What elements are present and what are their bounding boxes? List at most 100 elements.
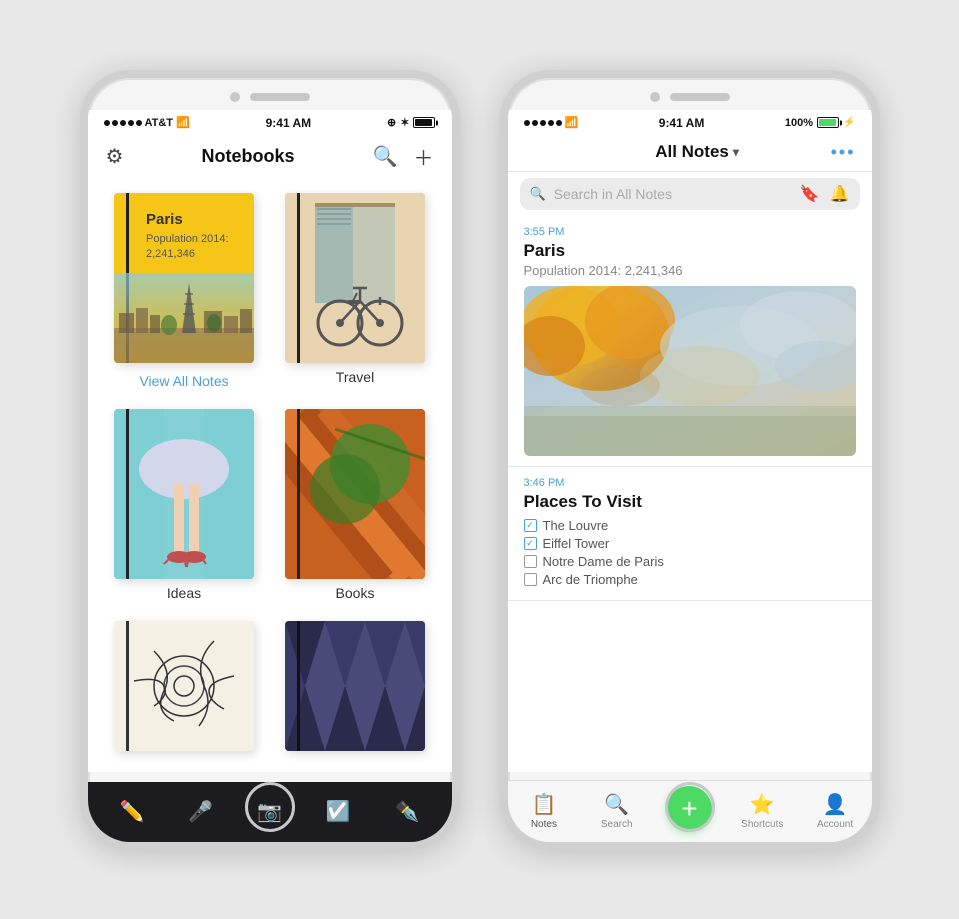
wifi-icon-1: 📶 [176,116,190,129]
notebook-extra1[interactable] [106,621,263,757]
signal-dots [104,120,142,126]
tab-search[interactable]: 🔍 Search [580,792,653,830]
tab-shortcuts[interactable]: ⭐ Shortcuts [726,792,799,830]
notebook-paris[interactable]: Paris Population 2014:2,241,346 [106,193,263,395]
phone-1-screen: AT&T 📶 9:41 AM ⊕ ✶ ⚙ Notebooks 🔍 [88,110,452,772]
all-notes-title-text: All Notes [655,142,729,162]
status-time-1: 9:41 AM [266,116,312,130]
speaker-grille [250,93,310,101]
phone-2-screen: 📶 9:41 AM 100% ⚡ All Notes ▾ ••• [508,110,872,772]
search-icon-nav[interactable]: 🔍 [373,144,398,169]
mic-icon[interactable]: 🎤 [188,799,213,824]
notebook-books[interactable]: Books [277,409,434,607]
pen-icon[interactable]: ✒️ [395,799,420,824]
status-bar-2: 📶 9:41 AM 100% ⚡ [508,110,872,134]
paris-note-time: 3:55 PM [524,226,856,238]
nav-icons-group: 🔍 ＋ [373,142,434,171]
bluetooth-icon: ✶ [400,116,409,129]
signal-dot-5 [136,120,142,126]
status-left-2: 📶 [524,116,579,129]
signal-dot-2-1 [524,120,530,126]
books-label: Books [336,585,375,601]
phone-2-top [508,78,872,110]
notebook-ideas[interactable]: Ideas [106,409,263,607]
battery-2 [817,117,839,128]
status-right-1: ⊕ ✶ [387,116,435,129]
books-cover [285,409,425,579]
notes-tab-icon: 📋 [531,792,556,817]
status-time-2: 9:41 AM [659,116,705,130]
account-tab-label: Account [817,819,853,830]
add-icon-nav[interactable]: ＋ [413,142,433,171]
ideas-cover [114,409,254,579]
signal-dot-2-5 [556,120,562,126]
status-right-2: 100% ⚡ [785,117,856,129]
nav-title-notebooks: Notebooks [202,146,295,167]
checkbox-louvre[interactable] [524,519,537,532]
notebook-binding-travel [297,193,300,363]
settings-icon[interactable]: ⚙ [106,144,124,169]
places-checklist: The Louvre Eiffel Tower Notre Dame de Pa… [524,518,856,587]
paris-notebook-subtitle: Population 2014:2,241,346 [146,232,244,263]
wifi-icon-2: 📶 [565,116,579,129]
front-camera [230,92,240,102]
checkbox-eiffel[interactable] [524,537,537,550]
shortcuts-tab-icon: ⭐ [750,792,775,817]
checkbox-notredame[interactable] [524,555,537,568]
checkbox-arc[interactable] [524,573,537,586]
notes-tab-label: Notes [531,819,557,830]
more-menu-icon[interactable]: ••• [831,142,856,163]
phone-2-allnotes: 📶 9:41 AM 100% ⚡ All Notes ▾ ••• [500,70,880,850]
extra2-cover [285,621,425,751]
search-tab-label: Search [601,819,633,830]
front-camera-2 [650,92,660,102]
note-places[interactable]: 3:46 PM Places To Visit The Louvre Eiffe… [508,467,872,601]
carrier-label: AT&T [145,117,174,129]
battery-1 [413,117,435,128]
search-icon-bar: 🔍 [530,186,546,202]
view-all-notes-link[interactable]: View All Notes [139,373,228,389]
signal-dot-1 [104,120,110,126]
notebook-extra2[interactable] [277,621,434,757]
battery-percent: 100% [785,117,813,129]
places-note-time: 3:46 PM [524,477,856,489]
home-button-2[interactable] [665,782,715,832]
checklist-item-notredame[interactable]: Notre Dame de Paris [524,554,856,569]
signal-dot-2 [112,120,118,126]
paris-note-image [524,286,856,456]
compose-icon[interactable]: ✏️ [119,799,144,824]
signal-dot-2-4 [548,120,554,126]
notebooks-grid: Paris Population 2014:2,241,346 [88,179,452,772]
search-bar: 🔍 Search in All Notes 🔖 🔔 [520,178,860,210]
alarm-icon[interactable]: 🔔 [830,184,850,204]
all-notes-nav: All Notes ▾ ••• [508,134,872,172]
search-tab-icon: 🔍 [604,792,629,817]
signal-dots-2 [524,120,562,126]
arc-label: Arc de Triomphe [543,572,638,587]
checkbox-icon[interactable]: ☑️ [326,799,351,824]
speaker-grille-2 [670,93,730,101]
travel-cover [285,193,425,363]
all-notes-title-group[interactable]: All Notes ▾ [655,142,739,162]
paris-illustration [114,273,254,363]
checklist-item-arc[interactable]: Arc de Triomphe [524,572,856,587]
status-left-1: AT&T 📶 [104,116,190,129]
home-button-1[interactable] [245,782,295,832]
eiffel-label: Eiffel Tower [543,536,610,551]
bookmark-icon[interactable]: 🔖 [800,184,820,204]
search-placeholder: Search in All Notes [554,186,792,202]
tab-account[interactable]: 👤 Account [799,792,872,830]
checklist-item-eiffel[interactable]: Eiffel Tower [524,536,856,551]
paris-notebook-title: Paris [146,211,244,228]
paris-note-title: Paris [524,241,856,261]
signal-dot-2-2 [532,120,538,126]
signal-dot-2-3 [540,120,546,126]
charging-icon: ⚡ [843,117,855,128]
notebook-travel[interactable]: Travel [277,193,434,395]
note-paris[interactable]: 3:55 PM Paris Population 2014: 2,241,346 [508,216,872,467]
phone-1-top [88,78,452,110]
ideas-label: Ideas [167,585,201,601]
travel-label: Travel [336,369,374,385]
tab-notes[interactable]: 📋 Notes [508,792,581,830]
checklist-item-louvre[interactable]: The Louvre [524,518,856,533]
